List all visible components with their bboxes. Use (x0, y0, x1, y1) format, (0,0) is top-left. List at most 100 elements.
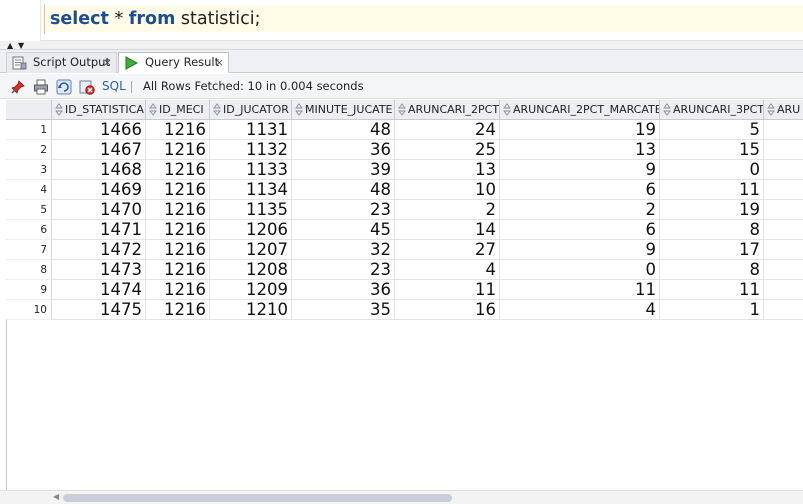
sql-link[interactable]: SQL (102, 79, 126, 94)
table-cell[interactable]: 16 (395, 300, 500, 320)
table-cell[interactable]: 1207 (210, 240, 292, 260)
table-cell[interactable] (764, 300, 803, 320)
table-cell[interactable]: 4 (395, 260, 500, 280)
row-number[interactable]: 2 (6, 140, 52, 160)
table-cell[interactable] (764, 160, 803, 180)
table-cell[interactable] (764, 140, 803, 160)
sort-icon[interactable] (663, 103, 671, 116)
table-cell[interactable]: 19 (660, 200, 764, 220)
table-cell[interactable]: 1210 (210, 300, 292, 320)
scrollbar-thumb[interactable] (63, 494, 452, 502)
table-cell[interactable] (764, 280, 803, 300)
table-cell[interactable]: 1132 (210, 140, 292, 160)
row-number[interactable]: 3 (6, 160, 52, 180)
table-cell[interactable]: 1471 (52, 220, 146, 240)
table-row[interactable]: 6 1471 1216 1206 45 14 6 8 (6, 220, 803, 240)
column-header[interactable]: MINUTE_JUCATE (292, 100, 395, 120)
table-cell[interactable]: 36 (292, 280, 395, 300)
table-row[interactable]: 5 1470 1216 1135 23 2 2 19 (6, 200, 803, 220)
table-cell[interactable]: 2 (395, 200, 500, 220)
table-cell[interactable]: 6 (500, 220, 660, 240)
table-cell[interactable]: 1209 (210, 280, 292, 300)
table-cell[interactable] (764, 200, 803, 220)
table-cell[interactable]: 8 (660, 260, 764, 280)
close-icon[interactable]: × (215, 53, 224, 72)
column-header[interactable]: ARUNCARI_3PCT (660, 100, 764, 120)
row-number[interactable]: 9 (6, 280, 52, 300)
table-cell[interactable]: 9 (500, 240, 660, 260)
table-cell[interactable]: 4 (500, 300, 660, 320)
table-cell[interactable] (764, 220, 803, 240)
table-cell[interactable]: 39 (292, 160, 395, 180)
column-header[interactable]: ARUNCARI_2PCT_MARCATE (500, 100, 660, 120)
sql-statement-line[interactable]: select * from statistici; (50, 8, 261, 30)
table-cell[interactable]: 1466 (52, 120, 146, 140)
table-cell[interactable]: 1467 (52, 140, 146, 160)
pin-icon[interactable] (10, 79, 26, 95)
table-row[interactable]: 3 1468 1216 1133 39 13 9 0 (6, 160, 803, 180)
table-cell[interactable]: 2 (500, 200, 660, 220)
table-cell[interactable]: 1 (660, 300, 764, 320)
table-cell[interactable] (764, 180, 803, 200)
table-cell[interactable]: 11 (660, 180, 764, 200)
table-cell[interactable]: 1472 (52, 240, 146, 260)
table-cell[interactable]: 8 (660, 220, 764, 240)
table-cell[interactable]: 1475 (52, 300, 146, 320)
table-cell[interactable] (764, 120, 803, 140)
table-cell[interactable] (764, 260, 803, 280)
table-cell[interactable]: 45 (292, 220, 395, 240)
table-row[interactable]: 10 1475 1216 1210 35 16 4 1 (6, 300, 803, 320)
sql-editor[interactable]: select * from statistici; (0, 0, 803, 41)
horizontal-scrollbar[interactable]: ◀ (0, 490, 803, 504)
close-icon[interactable]: × (103, 53, 112, 72)
table-cell[interactable]: 11 (660, 280, 764, 300)
grid-corner[interactable] (6, 100, 52, 120)
column-header[interactable]: ID_MECI (146, 100, 210, 120)
table-cell[interactable]: 1468 (52, 160, 146, 180)
table-cell[interactable]: 1208 (210, 260, 292, 280)
tab-query-result[interactable]: Query Result × (118, 52, 229, 73)
column-header[interactable]: ID_JUCATOR (210, 100, 292, 120)
table-cell[interactable] (764, 240, 803, 260)
table-cell[interactable]: 9 (500, 160, 660, 180)
row-number[interactable]: 5 (6, 200, 52, 220)
table-row[interactable]: 4 1469 1216 1134 48 10 6 11 (6, 180, 803, 200)
table-cell[interactable]: 1473 (52, 260, 146, 280)
table-cell[interactable]: 1216 (146, 140, 210, 160)
table-cell[interactable]: 1216 (146, 240, 210, 260)
expand-down-icon[interactable]: ▼ (18, 42, 24, 50)
scroll-left-icon[interactable]: ◀ (53, 492, 59, 501)
sort-icon[interactable] (149, 103, 157, 116)
table-cell[interactable]: 1216 (146, 160, 210, 180)
table-cell[interactable]: 1474 (52, 280, 146, 300)
sort-icon[interactable] (213, 103, 221, 116)
row-number[interactable]: 4 (6, 180, 52, 200)
table-row[interactable]: 1 1466 1216 1131 48 24 19 5 (6, 120, 803, 140)
table-cell[interactable]: 23 (292, 260, 395, 280)
table-row[interactable]: 2 1467 1216 1132 36 25 13 15 (6, 140, 803, 160)
table-cell[interactable]: 10 (395, 180, 500, 200)
table-cell[interactable]: 13 (500, 140, 660, 160)
column-header[interactable]: ARUNCARI_2PCT (395, 100, 500, 120)
table-row[interactable]: 8 1473 1216 1208 23 4 0 8 (6, 260, 803, 280)
expand-up-icon[interactable]: ▲ (7, 42, 13, 50)
sort-icon[interactable] (398, 103, 406, 116)
row-number[interactable]: 7 (6, 240, 52, 260)
table-cell[interactable]: 24 (395, 120, 500, 140)
table-cell[interactable]: 1216 (146, 220, 210, 240)
table-cell[interactable]: 19 (500, 120, 660, 140)
query-result-grid[interactable]: ID_STATISTICA ID_MECI ID_JUCATOR MINUTE_JUC… (0, 100, 803, 490)
table-cell[interactable]: 25 (395, 140, 500, 160)
table-cell[interactable]: 27 (395, 240, 500, 260)
tab-script-output[interactable]: Script Output × (6, 52, 117, 73)
sort-icon[interactable] (503, 103, 511, 116)
table-cell[interactable]: 5 (660, 120, 764, 140)
row-number[interactable]: 10 (6, 300, 52, 320)
table-cell[interactable]: 48 (292, 120, 395, 140)
table-cell[interactable]: 1469 (52, 180, 146, 200)
table-cell[interactable]: 1216 (146, 280, 210, 300)
table-cell[interactable]: 1216 (146, 180, 210, 200)
table-cell[interactable]: 1134 (210, 180, 292, 200)
table-cell[interactable]: 1470 (52, 200, 146, 220)
column-header[interactable]: ARU (764, 100, 803, 120)
